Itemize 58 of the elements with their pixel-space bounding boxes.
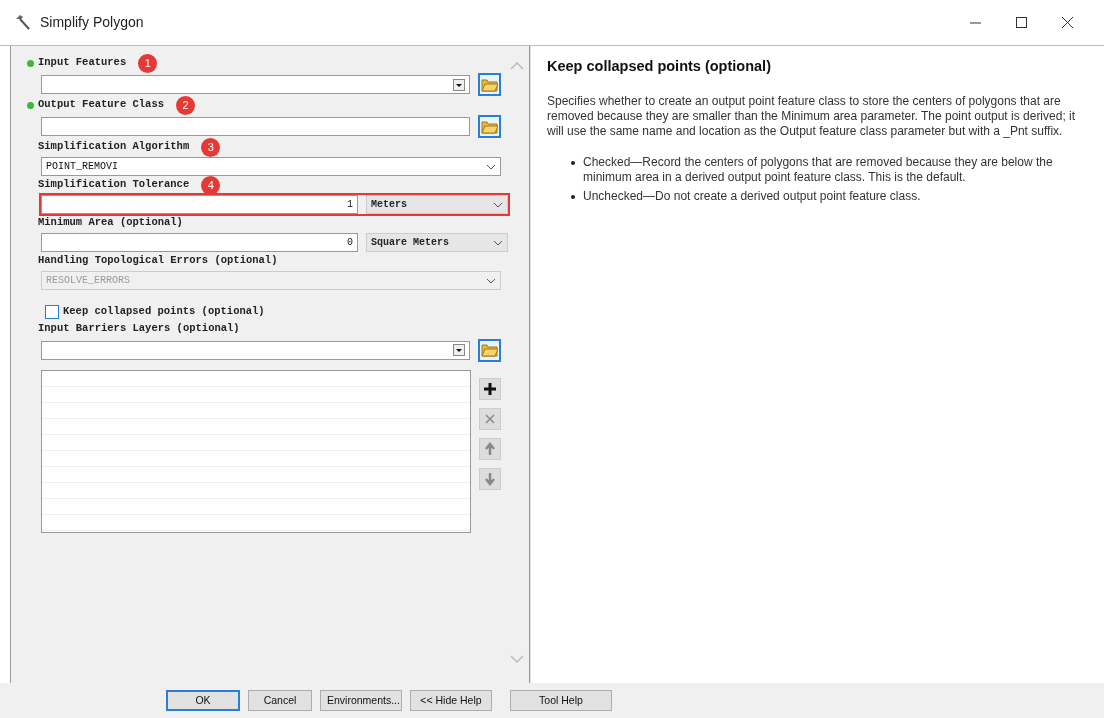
move-up-button[interactable]: [479, 437, 501, 460]
parameter-label: Input Barriers Layers (optional): [38, 320, 240, 336]
chevron-down-icon: [486, 277, 496, 284]
checkbox-label: Keep collapsed points (optional): [63, 304, 265, 319]
required-dot: [27, 101, 34, 109]
chevron-down-icon: [486, 163, 496, 170]
folder-icon: [481, 119, 499, 134]
plus-icon: [483, 381, 497, 396]
checkbox[interactable]: [45, 304, 59, 319]
value-field[interactable]: 0: [41, 233, 358, 252]
maximize-icon: [1015, 17, 1027, 28]
parameter-label: Minimum Area (optional): [38, 215, 183, 231]
hammer-icon: [14, 13, 32, 32]
step-badge: 1: [138, 53, 158, 73]
unit-dropdown[interactable]: Meters: [366, 195, 508, 214]
hide-help-button[interactable]: << Hide Help: [410, 690, 492, 711]
browse-button[interactable]: [478, 73, 501, 96]
parameter-label: Simplification Tolerance: [38, 177, 190, 193]
required-dot: [27, 59, 34, 67]
parameter-label: Input Features: [38, 55, 127, 71]
dropdown-field: RESOLVE_ERRORS: [41, 271, 501, 290]
help-bullet: Unchecked—Do not create a derived output point feature class.: [583, 188, 922, 204]
ok-button[interactable]: OK: [166, 690, 240, 711]
step-badge: 2: [176, 95, 196, 115]
dropdown-field[interactable]: POINT_REMOVI: [41, 157, 501, 176]
scroll-down-icon[interactable]: [507, 653, 527, 665]
arrow-up-icon: [483, 441, 497, 456]
window-title: Simplify Polygon: [40, 13, 144, 32]
parameter-label: Simplification Algorithm: [38, 139, 190, 155]
help-title: Keep collapsed points (optional): [547, 57, 772, 76]
step-badge: 3: [201, 137, 221, 157]
tool-help-button[interactable]: Tool Help: [510, 690, 612, 711]
bullet-icon: [571, 194, 575, 199]
parameter-label: Handling Topological Errors (optional): [38, 253, 278, 269]
help-bullet: Checked—Record the centers of polygons that are removed because they are below the minimum area in a derived output point feature class. This is the default.: [583, 154, 1054, 185]
add-button[interactable]: [479, 377, 501, 400]
arrow-down-icon: [483, 471, 497, 486]
input-field[interactable]: [41, 117, 471, 136]
remove-button[interactable]: [479, 407, 501, 430]
close-icon: [483, 411, 497, 426]
move-down-button[interactable]: [479, 467, 501, 490]
environments-button[interactable]: Environments...: [320, 690, 402, 711]
chevron-down-icon: [493, 239, 503, 246]
minimize-icon: [969, 21, 981, 24]
unit-dropdown[interactable]: Square Meters: [366, 233, 508, 252]
parameter-label: Output Feature Class: [38, 97, 165, 113]
chevron-down-icon: [493, 201, 503, 208]
close-icon: [1061, 17, 1073, 28]
help-text: Specifies whether to create an output point feature class to store the centers of polygons that are removed because they are smaller than the Minimum area parameter. The point output is derived; it will use the same name and location as the Output feature class parameter but with a _Pnt suffix.: [547, 93, 1077, 139]
folder-icon: [481, 77, 499, 92]
bullet-icon: [571, 160, 575, 165]
cancel-button[interactable]: Cancel: [248, 690, 312, 711]
browse-button[interactable]: [478, 338, 501, 362]
folder-icon: [481, 343, 499, 358]
input-field[interactable]: [41, 340, 471, 360]
browse-button[interactable]: [478, 115, 501, 138]
value-field[interactable]: 1: [41, 195, 358, 214]
input-field[interactable]: [41, 75, 471, 94]
